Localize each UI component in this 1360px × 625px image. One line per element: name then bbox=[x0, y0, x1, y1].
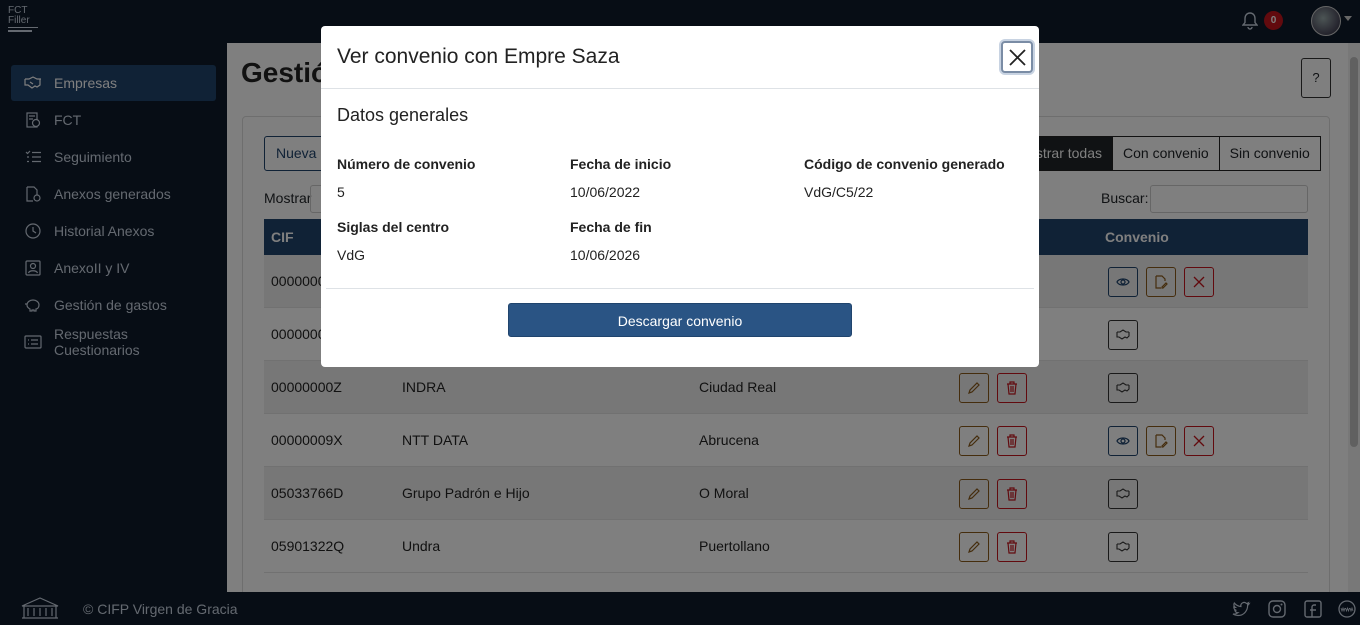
modal-divider bbox=[326, 288, 1034, 289]
siglas-centro-value: VdG bbox=[337, 247, 366, 263]
fecha-fin-label: Fecha de fin bbox=[570, 219, 652, 235]
numero-convenio-value: 5 bbox=[337, 184, 345, 200]
modal-header: Ver convenio con Empre Saza bbox=[321, 26, 1039, 89]
fecha-inicio-label: Fecha de inicio bbox=[570, 156, 672, 172]
numero-convenio-label: Número de convenio bbox=[337, 156, 476, 172]
close-icon bbox=[1009, 49, 1026, 66]
fecha-fin-value: 10/06/2026 bbox=[570, 247, 641, 263]
fecha-inicio-value: 10/06/2022 bbox=[570, 184, 641, 200]
close-modal-button[interactable] bbox=[1001, 41, 1033, 73]
codigo-convenio-value: VdG/C5/22 bbox=[804, 184, 874, 200]
download-convenio-button[interactable]: Descargar convenio bbox=[508, 303, 852, 337]
codigo-convenio-label: Código de convenio generado bbox=[804, 156, 1005, 172]
view-convenio-modal: Ver convenio con Empre Saza Datos genera… bbox=[321, 26, 1039, 367]
siglas-centro-label: Siglas del centro bbox=[337, 219, 450, 235]
modal-title: Ver convenio con Empre Saza bbox=[337, 45, 620, 68]
section-title: Datos generales bbox=[337, 105, 469, 125]
